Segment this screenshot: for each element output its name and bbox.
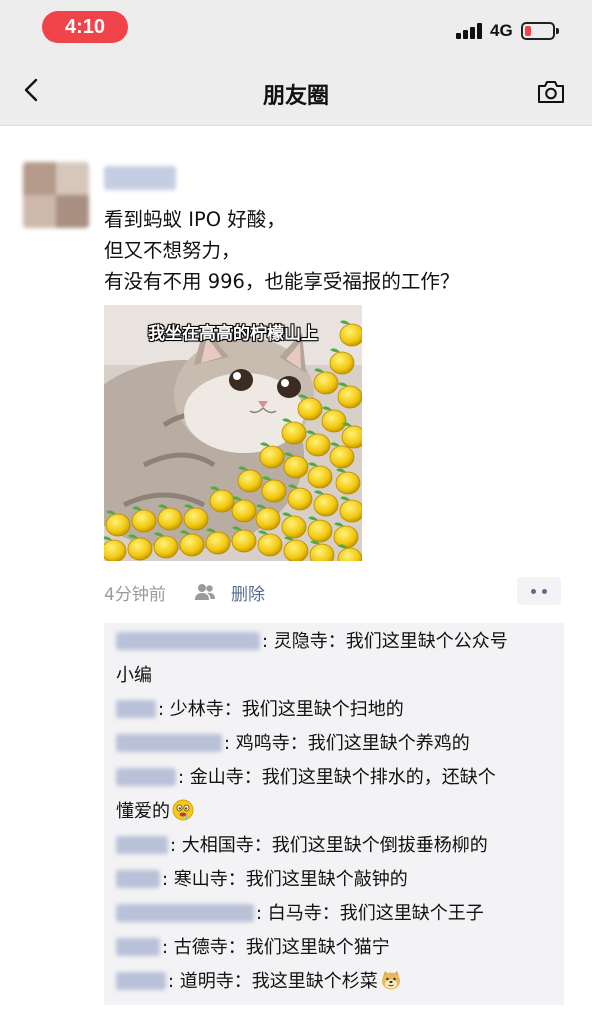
post-time: 4分钟前 bbox=[104, 585, 166, 605]
drooling-face-emoji bbox=[172, 799, 194, 821]
delete-button[interactable]: 删除 bbox=[231, 580, 265, 605]
comment-item[interactable]: : 古德寺：我们这里缺个猫宁 bbox=[116, 931, 554, 965]
commenter-name[interactable] bbox=[116, 836, 168, 854]
post-meta: 4分钟前 删除 bbox=[104, 580, 265, 605]
comment-item[interactable]: : 寒山寺：我们这里缺个敲钟的 bbox=[116, 863, 554, 897]
post-text: 看到蚂蚁 IPO 好酸， 但又不想努力， 有没有不用 996，也能享受福报的工作… bbox=[104, 204, 564, 297]
post-text-line: 看到蚂蚁 IPO 好酸， bbox=[104, 208, 286, 231]
network-type: 4G bbox=[490, 21, 513, 40]
status-bar: 4:10 4G bbox=[0, 0, 592, 54]
comment-item[interactable]: : 鸡鸣寺：我们这里缺个养鸡的 bbox=[116, 727, 554, 761]
nav-bar: 朋友圈 bbox=[0, 54, 592, 126]
commenter-name[interactable] bbox=[116, 904, 254, 922]
comment-item[interactable]: : 少林寺：我们这里缺个扫地的 bbox=[116, 693, 554, 727]
camera-icon[interactable] bbox=[536, 80, 566, 104]
comment-item[interactable]: : 灵隐寺：我们这里缺个公众号 小编 bbox=[116, 625, 554, 693]
post-text-line: 但又不想努力， bbox=[104, 239, 241, 262]
comment-item[interactable]: : 道明寺：我这里缺个杉菜 bbox=[116, 965, 554, 999]
post-image[interactable]: 我坐在高高的柠檬山上 bbox=[104, 305, 362, 561]
avatar[interactable] bbox=[23, 162, 89, 228]
comments-list: : 灵隐寺：我们这里缺个公众号 小编 : 少林寺：我们这里缺个扫地的 : 鸡鸣寺：… bbox=[104, 623, 564, 1005]
author-name[interactable] bbox=[104, 166, 176, 190]
status-time[interactable]: 4:10 bbox=[42, 11, 128, 43]
doge-emoji bbox=[381, 971, 400, 990]
moment-post: 看到蚂蚁 IPO 好酸， 但又不想努力， 有没有不用 996，也能享受福报的工作… bbox=[0, 126, 592, 1020]
image-caption: 我坐在高高的柠檬山上 bbox=[148, 324, 318, 344]
page-title: 朋友圈 bbox=[262, 84, 329, 109]
battery-icon bbox=[521, 22, 559, 40]
comment-item[interactable]: : 白马寺：我们这里缺个王子 bbox=[116, 897, 554, 931]
commenter-name[interactable] bbox=[116, 768, 176, 786]
signal-icon bbox=[456, 23, 484, 39]
commenter-name[interactable] bbox=[116, 938, 160, 956]
visibility-friends-icon bbox=[195, 584, 215, 600]
commenter-name[interactable] bbox=[116, 870, 160, 888]
commenter-name[interactable] bbox=[116, 632, 260, 650]
comment-item[interactable]: : 大相国寺：我们这里缺个倒拔垂杨柳的 bbox=[116, 829, 554, 863]
commenter-name[interactable] bbox=[116, 700, 156, 718]
commenter-name[interactable] bbox=[116, 972, 166, 990]
commenter-name[interactable] bbox=[116, 734, 222, 752]
post-text-line: 有没有不用 996，也能享受福报的工作？ bbox=[104, 270, 460, 293]
comment-item[interactable]: : 金山寺：我们这里缺个排水的，还缺个 懂爱的 bbox=[116, 761, 554, 829]
more-actions-button[interactable] bbox=[517, 577, 561, 605]
